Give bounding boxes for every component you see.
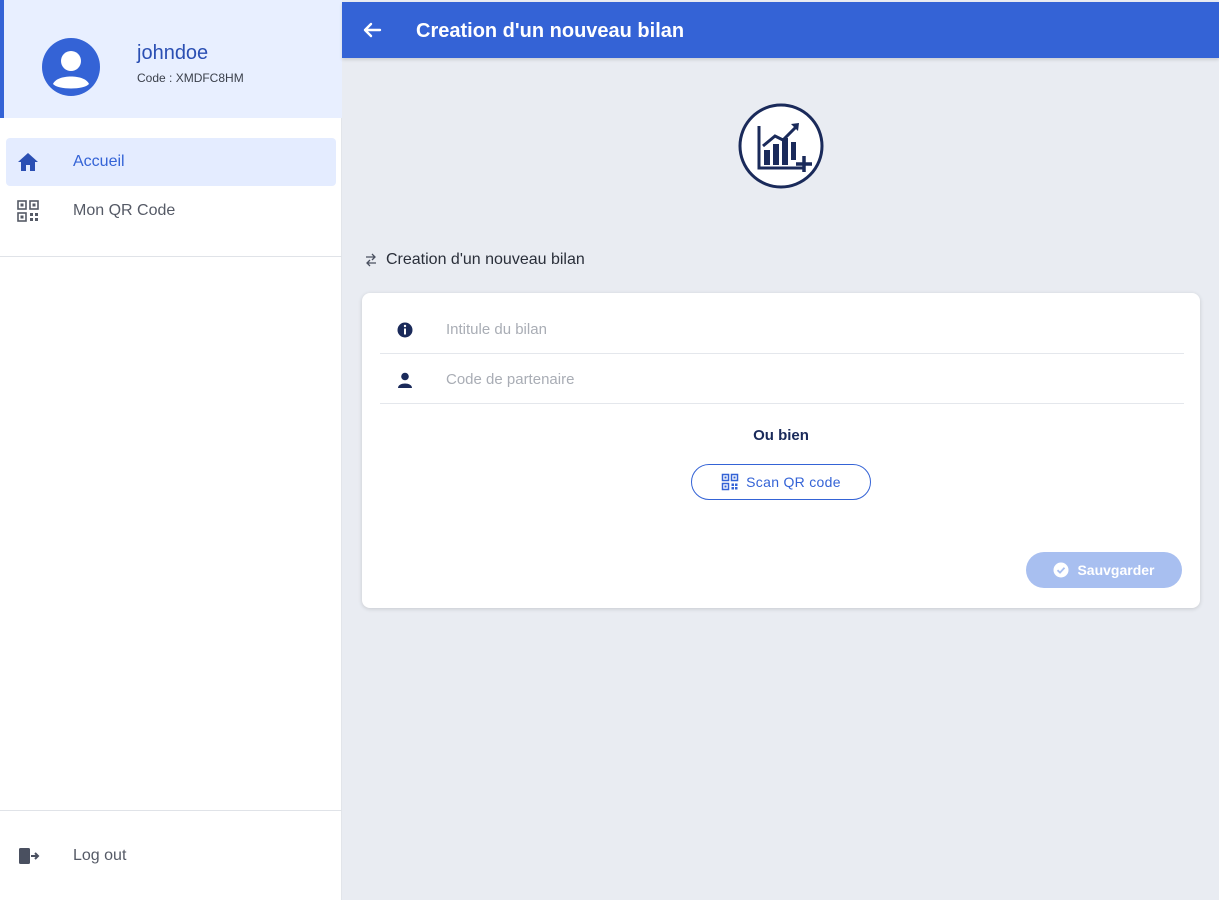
profile-code: Code : XMDFC8HM	[137, 71, 244, 85]
qr-code-icon	[17, 200, 39, 222]
partner-code-input[interactable]	[446, 366, 1146, 392]
save-button[interactable]: Sauvgarder	[1026, 552, 1182, 588]
sidebar-item-label: Mon QR Code	[73, 202, 176, 219]
scan-qr-button[interactable]: Scan QR code	[691, 464, 871, 500]
sidebar-item-label: Accueil	[73, 153, 125, 170]
person-icon	[398, 372, 412, 388]
sidebar-item-accueil[interactable]: Accueil	[6, 138, 336, 186]
logout-icon	[19, 848, 40, 864]
scan-qr-label: Scan QR code	[746, 474, 841, 490]
intitule-field	[380, 304, 1184, 354]
section-title: Creation d'un nouveau bilan	[386, 251, 585, 268]
arrow-left-icon	[363, 22, 382, 38]
profile-username: johndoe	[137, 42, 209, 64]
qr-code-icon	[721, 473, 739, 491]
partner-code-field	[380, 354, 1184, 404]
intitule-input[interactable]	[446, 316, 1146, 342]
form-card: Ou bien Scan QR code Sauvgarder	[362, 293, 1200, 608]
profile-header: johndoe Code : XMDFC8HM	[0, 0, 342, 118]
page-title: Creation d'un nouveau bilan	[416, 20, 685, 42]
save-label: Sauvgarder	[1077, 562, 1155, 578]
sidebar-item-mon-qr-code[interactable]: Mon QR Code	[6, 187, 336, 235]
or-label: Ou bien	[753, 427, 809, 444]
swap-icon	[366, 253, 376, 267]
sidebar: johndoe Code : XMDFC8HM Accueil Mon QR C…	[0, 0, 342, 900]
check-circle-icon	[1053, 562, 1069, 578]
info-icon	[397, 322, 413, 338]
logout-button[interactable]: Log out	[6, 832, 336, 880]
sidebar-divider	[0, 256, 342, 257]
home-icon	[18, 153, 38, 171]
avatar-icon	[42, 38, 100, 96]
logout-label: Log out	[73, 847, 127, 864]
back-button[interactable]	[358, 16, 386, 44]
app-header: Creation d'un nouveau bilan	[342, 2, 1219, 58]
chart-add-icon	[738, 103, 824, 189]
section-header: Creation d'un nouveau bilan	[364, 250, 585, 270]
sidebar-divider	[0, 810, 342, 811]
